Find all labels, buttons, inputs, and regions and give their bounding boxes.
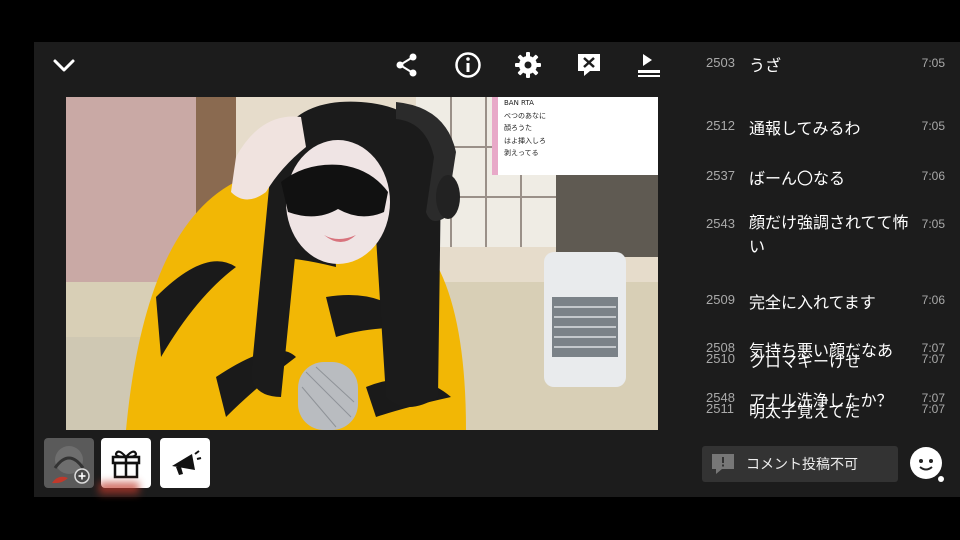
comment-number: 2512 <box>706 118 735 133</box>
playlist-icon <box>638 54 660 77</box>
overlay-comment: はよ挿入しろ <box>504 136 546 145</box>
comment-text: 通報してみるわ <box>749 119 861 138</box>
comment-row: 2510 クロマキーけせ 7:07 <box>696 348 960 378</box>
settings-button[interactable] <box>513 50 543 80</box>
overlay-comment: 剥えってる <box>504 149 539 157</box>
comment-row: 2537 ばーん〇なる 7:06 <box>696 165 960 195</box>
comment-row: 2503 うざ 7:05 <box>696 52 960 82</box>
comment-text: 顔だけ強調されてて怖い <box>749 213 909 256</box>
emoji-button[interactable] <box>907 444 947 484</box>
comment-number: 2543 <box>706 216 735 231</box>
comment-icon <box>712 454 734 474</box>
comment-number: 2511 <box>706 401 734 416</box>
comment-number: 2509 <box>706 292 735 307</box>
gift-icon <box>111 450 141 479</box>
comment-time: 7:05 <box>921 119 945 133</box>
announce-button[interactable] <box>160 438 210 488</box>
overlay-comment: 顔ろうた <box>504 124 532 132</box>
comment-row: 2509 完全に入れてます 7:06 <box>696 289 960 319</box>
comment-time: 7:07 <box>921 402 945 416</box>
comment-time: 7:07 <box>921 352 945 366</box>
comment-time: 7:05 <box>921 217 945 231</box>
notification-glow <box>99 482 139 494</box>
comment-text: うざ <box>749 56 782 75</box>
comment-row: 2511 明太子覚えてた 7:07 <box>696 398 960 428</box>
comment-text: 完全に入れてます <box>749 293 876 312</box>
comment-input[interactable]: コメント投稿不可 <box>702 446 898 482</box>
chevron-down-icon <box>53 59 75 72</box>
share-button[interactable] <box>392 50 422 80</box>
gift-button[interactable] <box>101 438 151 488</box>
comment-text: ばーん〇なる <box>749 169 846 188</box>
avatar <box>52 446 90 484</box>
overlay-comment: BAN RTA <box>504 99 534 107</box>
overlay-comment-list: BAN RTA べつのあなに 顔ろうた はよ挿入しろ 剥えってる <box>492 97 658 175</box>
comment-time: 7:06 <box>921 293 945 307</box>
info-button[interactable] <box>453 50 483 80</box>
comment-number: 2503 <box>706 55 735 70</box>
comment-text: クロマキーけせ <box>749 352 862 371</box>
comment-number: 2510 <box>706 351 735 366</box>
playlist-button[interactable] <box>634 50 664 80</box>
comment-time: 7:05 <box>921 56 945 70</box>
live-player: BAN RTA べつのあなに 顔ろうた はよ挿入しろ 剥えってる 2503 うざ… <box>34 42 960 497</box>
comment-number: 2537 <box>706 168 735 183</box>
overlay-comment: べつのあなに <box>504 111 546 120</box>
megaphone-icon <box>172 450 202 475</box>
comment-input-label: コメント投稿不可 <box>746 457 858 473</box>
comment-time: 7:06 <box>921 169 945 183</box>
gear-icon <box>515 52 541 78</box>
video-frame[interactable]: BAN RTA べつのあなに 顔ろうた はよ挿入しろ 剥えってる <box>66 97 658 430</box>
comment-off-icon <box>578 54 600 76</box>
comment-row: 2512 通報してみるわ 7:05 <box>696 115 960 145</box>
comment-row: 2543 顔だけ強調されてて怖い 7:05 <box>696 213 960 265</box>
smiley-face-icon <box>910 447 944 482</box>
share-icon <box>396 53 417 77</box>
comment-panel[interactable]: 2503 うざ 7:05 2512 通報してみるわ 7:05 2537 ばーん〇… <box>696 42 960 497</box>
comment-text: 明太子覚えてた <box>749 402 861 421</box>
info-icon <box>455 52 481 78</box>
hide-comments-button[interactable] <box>574 50 604 80</box>
collapse-button[interactable] <box>49 50 79 80</box>
follow-button[interactable] <box>44 438 94 488</box>
